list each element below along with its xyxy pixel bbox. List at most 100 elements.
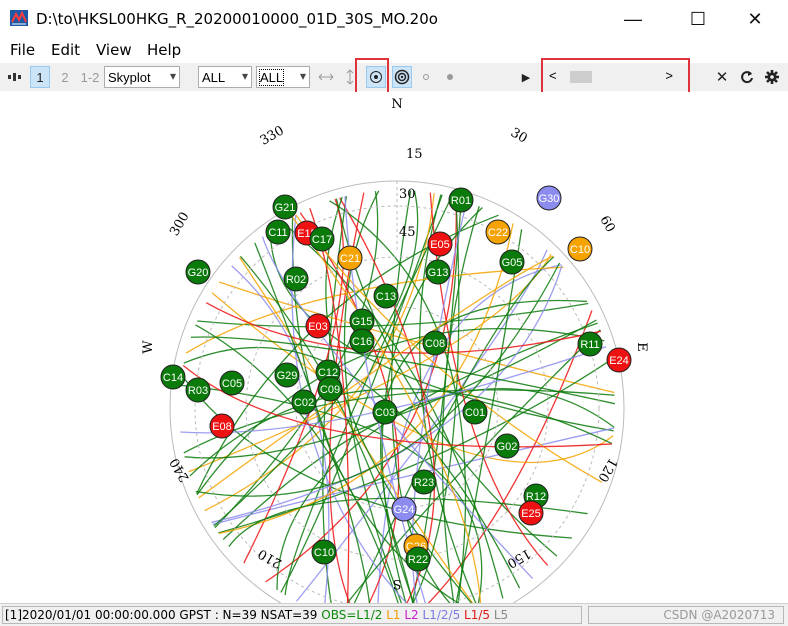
satellite-label: R01 (451, 195, 471, 207)
satellite-filter-value: ALL (258, 68, 285, 86)
satellite-label: E24 (609, 355, 629, 367)
satellite-marker[interactable]: G29 (274, 362, 300, 388)
satellite-label: C08 (425, 338, 445, 350)
satellite-label: R11 (580, 339, 599, 351)
freq-2-button[interactable]: 2 (55, 66, 75, 88)
satellite-marker[interactable]: R23 (411, 469, 437, 495)
satellite-filter-select[interactable]: ALL ▾ (256, 66, 310, 88)
small-dot-icon[interactable] (418, 66, 434, 88)
satellite-marker[interactable]: R03 (185, 377, 211, 403)
maximize-button[interactable]: ☐ (675, 0, 721, 38)
satellite-marker[interactable]: G13 (425, 259, 451, 285)
satellite-label: R23 (414, 477, 434, 489)
menu-help[interactable]: Help (147, 41, 181, 59)
satellite-label: C02 (294, 397, 314, 409)
satellite-marker[interactable]: C16 (349, 328, 375, 354)
satellite-marker[interactable]: R02 (283, 266, 309, 292)
minimize-button[interactable]: — (610, 0, 656, 38)
gear-icon[interactable] (762, 66, 782, 88)
north-label: N (391, 97, 402, 112)
satellite-marker[interactable]: C03 (372, 399, 398, 425)
legend-l15: L1/5 (464, 608, 491, 622)
satellite-marker[interactable]: C02 (291, 389, 317, 415)
elev-label-30: 30 (399, 187, 416, 202)
satellite-marker[interactable]: E24 (606, 347, 632, 373)
fit-horizontal-icon[interactable] (316, 66, 336, 88)
satellite-marker[interactable]: G02 (494, 433, 520, 459)
east-label: E (634, 342, 649, 352)
satellite-marker[interactable]: G30 (536, 185, 562, 211)
satellite-marker[interactable]: E03 (305, 313, 331, 339)
satellite-label: C22 (488, 227, 508, 239)
satellite-label: R02 (286, 274, 306, 286)
dot-icon[interactable] (442, 66, 458, 88)
satellite-marker[interactable]: C21 (337, 245, 363, 271)
satellite-marker[interactable]: C10 (567, 236, 593, 262)
satellite-label: C09 (320, 384, 340, 396)
satellite-label: G15 (352, 316, 373, 328)
satellite-marker[interactable]: C14 (160, 364, 186, 390)
satellite-label: C05 (222, 378, 242, 390)
satellite-label: C17 (312, 234, 332, 246)
title-bar: D:\to\HKSL00HKG_R_20200010000_01D_30S_MO… (0, 0, 788, 38)
west-label: W (141, 340, 156, 354)
satellite-marker[interactable]: G21 (272, 194, 298, 220)
chevron-down-icon: ▾ (169, 69, 176, 83)
system-filter-select[interactable]: ALL ▾ (198, 66, 252, 88)
legend-l125: L1/2/5 (422, 608, 461, 622)
play-button[interactable]: ▶ (518, 66, 534, 88)
azimuth-label-300: 300 (167, 210, 192, 239)
satellite-label: G05 (502, 257, 523, 269)
satellite-label: R03 (188, 385, 208, 397)
skyplot-area: N E S W 15 30 45 30 60 120 150 210 240 3… (0, 92, 788, 626)
freq-1-button[interactable]: 1 (30, 66, 50, 88)
satellite-marker[interactable]: C05 (219, 370, 245, 396)
legend-l2: L2 (404, 608, 419, 622)
plot-type-select[interactable]: Skyplot ▾ (104, 66, 180, 88)
satellite-marker[interactable]: C09 (317, 376, 343, 402)
satellite-marker[interactable]: C13 (373, 283, 399, 309)
satellite-marker[interactable]: G24 (391, 496, 417, 522)
menu-file[interactable]: File (10, 41, 35, 59)
satellite-marker[interactable]: C17 (309, 226, 335, 252)
satellite-marker[interactable]: C08 (422, 330, 448, 356)
satellite-marker[interactable]: C01 (462, 399, 488, 425)
menu-edit[interactable]: Edit (51, 41, 80, 59)
legend-l1: L1 (386, 608, 401, 622)
satellite-marker[interactable]: C10 (311, 539, 337, 565)
satellite-marker[interactable]: C22 (485, 219, 511, 245)
watermark-text: CSDN @A2020713 (588, 606, 784, 624)
satellite-marker[interactable]: G05 (499, 249, 525, 275)
refresh-icon[interactable] (737, 66, 757, 88)
satellite-marker[interactable]: G20 (185, 259, 211, 285)
satellite-label: C10 (570, 244, 590, 256)
satellite-markers: G21R01 G30C11 E15 C22C10C17 E05G05G20C21G13R… (160, 185, 632, 572)
menu-view[interactable]: View (96, 41, 132, 59)
satellite-label: C21 (340, 253, 360, 265)
south-label: S (393, 576, 402, 591)
freq-1-2-button[interactable]: 1-2 (78, 66, 102, 88)
target-icon[interactable] (392, 66, 412, 88)
satellite-marker[interactable]: R22 (405, 546, 431, 572)
satellite-marker[interactable]: E25 (518, 500, 544, 526)
grip-icon (6, 66, 26, 88)
satellite-track (222, 388, 615, 540)
satellite-label: G20 (188, 267, 209, 279)
skyplot-canvas: N E S W 15 30 45 30 60 120 150 210 240 3… (141, 97, 649, 626)
close-file-button[interactable]: ✕ (713, 66, 731, 88)
close-window-button[interactable]: ✕ (732, 0, 778, 38)
satellite-label: E05 (430, 239, 450, 251)
window-title: D:\to\HKSL00HKG_R_20200010000_01D_30S_MO… (36, 10, 438, 28)
satellite-marker[interactable]: E08 (209, 413, 235, 439)
chevron-down-icon: ▾ (299, 69, 306, 83)
azimuth-label-30: 30 (508, 125, 530, 146)
satellite-track (189, 388, 613, 477)
satellite-marker[interactable]: C11 (265, 219, 291, 245)
satellite-label: C14 (163, 372, 183, 384)
satellite-marker[interactable]: R11 (577, 331, 603, 357)
satellite-label: R22 (408, 554, 428, 566)
satellite-marker[interactable]: E05 (427, 231, 453, 257)
status-epoch: [1]2020/01/01 00:00:00.000 GPST : N=39 N… (5, 608, 318, 622)
satellite-label: C01 (465, 407, 485, 419)
satellite-marker[interactable]: R01 (448, 187, 474, 213)
